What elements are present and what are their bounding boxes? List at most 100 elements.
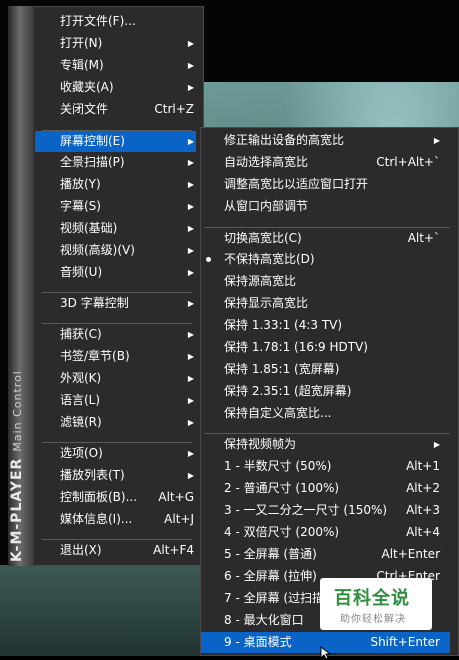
- chevron-right-icon: ▶: [187, 396, 194, 405]
- main-menu-item-label: 播放列表(T): [60, 468, 125, 482]
- submenu-item-label: 7 - 全屏幕 (过扫描): [224, 591, 329, 605]
- main-menu-item[interactable]: 选项(O) ▶: [60, 443, 194, 464]
- chevron-right-icon: ▶: [433, 136, 440, 145]
- chevron-right-icon: ▶: [187, 224, 194, 233]
- mouse-pointer-icon: [320, 646, 332, 660]
- main-menu-item[interactable]: 控制面板(B)... Alt+G: [60, 487, 194, 508]
- main-menu-item[interactable]: 打开(N) ▶: [60, 33, 194, 54]
- submenu-item-label: 1 - 半数尺寸 (50%): [224, 459, 332, 473]
- main-menu-item[interactable]: 外观(K) ▶: [60, 368, 194, 389]
- main-menu-item[interactable]: 关闭文件 Ctrl+Z: [60, 99, 194, 120]
- submenu-item-label: 保持 1.78:1 (16:9 HDTV): [224, 340, 368, 354]
- shortcut-label: Alt+J: [164, 512, 194, 526]
- submenu-item[interactable]: 保持自定义高宽比...: [224, 403, 440, 424]
- shortcut-label: Alt+F4: [153, 543, 194, 557]
- main-menu-item-label: 捕获(C): [60, 327, 102, 341]
- main-menu-item[interactable]: 视频(基础) ▶: [60, 218, 194, 239]
- submenu-item[interactable]: 从窗口内部调节: [224, 196, 440, 217]
- brand-label: K-M-PLAYER Main Control: [9, 370, 25, 562]
- brand-subtitle: Main Control: [11, 370, 24, 452]
- submenu-item-label: 保持自定义高宽比...: [224, 406, 332, 420]
- main-menu-item[interactable]: 播放(Y) ▶: [60, 174, 194, 195]
- main-menu-item-label: 3D 字幕控制: [60, 296, 129, 310]
- submenu-item[interactable]: 保持显示高宽比: [224, 293, 440, 314]
- shortcut-label: Alt+4: [406, 525, 440, 539]
- menu-separator: [42, 292, 192, 293]
- chevron-right-icon: ▶: [187, 39, 194, 48]
- shortcut-label: Shift+Enter: [370, 635, 440, 649]
- main-menu-item-label: 屏幕控制(E): [60, 134, 125, 148]
- submenu-item[interactable]: 保持视频帧为 ▶: [224, 434, 440, 455]
- main-menu-item-label: 视频(基础): [60, 221, 118, 235]
- main-menu-item[interactable]: 字幕(S) ▶: [60, 196, 194, 217]
- main-menu-item[interactable]: 语言(L) ▶: [60, 390, 194, 411]
- chevron-right-icon: ▶: [433, 440, 440, 449]
- chevron-right-icon: ▶: [187, 352, 194, 361]
- main-menu-item-label: 选项(O): [60, 446, 103, 460]
- shortcut-label: Alt+G: [158, 490, 194, 504]
- submenu-item-label: 不保持高宽比(D): [224, 252, 315, 266]
- submenu-item[interactable]: 不保持高宽比(D): [224, 249, 440, 270]
- submenu-item[interactable]: 1 - 半数尺寸 (50%) Alt+1: [224, 456, 440, 477]
- main-menu-item[interactable]: 播放列表(T) ▶: [60, 465, 194, 486]
- brand-name: K-M-PLAYER: [9, 457, 25, 562]
- watermark-subtitle: 助你轻松解决: [340, 614, 406, 625]
- chevron-right-icon: ▶: [187, 246, 194, 255]
- main-menu-item[interactable]: 屏幕控制(E) ▶: [35, 131, 196, 152]
- submenu-item-label: 调整高宽比以适应窗口打开: [224, 177, 369, 191]
- shortcut-label: Alt+`: [407, 231, 440, 245]
- submenu-item[interactable]: 保持源高宽比: [224, 271, 440, 292]
- chevron-right-icon: ▶: [187, 83, 194, 92]
- main-menu-item-label: 音频(U): [60, 265, 103, 279]
- submenu-item-label: 6 - 全屏幕 (拉伸): [224, 569, 317, 583]
- menu-separator: [42, 539, 192, 540]
- submenu-item[interactable]: 调整高宽比以适应窗口打开: [224, 174, 440, 195]
- submenu-item[interactable]: 保持 2.35:1 (超宽屏幕): [224, 381, 440, 402]
- submenu-item[interactable]: 自动选择高宽比 Ctrl+Alt+`: [224, 152, 440, 173]
- main-menu-item-label: 关闭文件: [60, 102, 109, 116]
- main-menu-item-label: 滤镜(R): [60, 415, 102, 429]
- submenu-item[interactable]: 修正输出设备的高宽比 ▶: [224, 130, 440, 151]
- chevron-right-icon: ▶: [187, 268, 194, 277]
- submenu-item-label: 保持源高宽比: [224, 274, 297, 288]
- submenu-item-label: 修正输出设备的高宽比: [224, 133, 345, 147]
- submenu-item[interactable]: 保持 1.78:1 (16:9 HDTV): [224, 337, 440, 358]
- submenu-item[interactable]: 切换高宽比(C) Alt+`: [224, 228, 440, 249]
- main-menu-item-label: 外观(K): [60, 371, 102, 385]
- main-menu-item-label: 全景扫描(P): [60, 155, 125, 169]
- main-menu-item[interactable]: 全景扫描(P) ▶: [60, 152, 194, 173]
- submenu-item-label: 5 - 全屏幕 (普通): [224, 547, 317, 561]
- main-menu-item[interactable]: 视频(高级)(V) ▶: [60, 240, 194, 261]
- shortcut-label: Ctrl+Alt+`: [376, 155, 440, 169]
- main-menu-item-label: 专辑(M): [60, 58, 104, 72]
- submenu-item-label: 切换高宽比(C): [224, 231, 302, 245]
- main-menu-item[interactable]: 收藏夹(A) ▶: [60, 77, 194, 98]
- main-menu-item-label: 控制面板(B)...: [60, 490, 138, 504]
- main-menu-item-label: 视频(高级)(V): [60, 243, 135, 257]
- submenu-item[interactable]: 保持 1.85:1 (宽屏幕): [224, 359, 440, 380]
- main-menu-item[interactable]: 书签/章节(B) ▶: [60, 346, 194, 367]
- shortcut-label: Alt+3: [406, 503, 440, 517]
- chevron-right-icon: ▶: [187, 374, 194, 383]
- submenu-item-label: 自动选择高宽比: [224, 155, 309, 169]
- main-menu-item-label: 字幕(S): [60, 199, 101, 213]
- submenu-item[interactable]: 保持 1.33:1 (4:3 TV): [224, 315, 440, 336]
- main-menu-item-label: 打开文件(F)...: [60, 14, 136, 28]
- main-menu-item[interactable]: 媒体信息(I)... Alt+J: [60, 509, 194, 530]
- main-menu-item[interactable]: 捕获(C) ▶: [60, 324, 194, 345]
- submenu-item[interactable]: 5 - 全屏幕 (普通) Alt+Enter: [224, 544, 440, 565]
- submenu-item[interactable]: 4 - 双倍尺寸 (200%) Alt+4: [224, 522, 440, 543]
- submenu-item-label: 保持显示高宽比: [224, 296, 309, 310]
- main-menu-item[interactable]: 3D 字幕控制 ▶: [60, 293, 194, 314]
- main-menu-item[interactable]: 打开文件(F)...: [60, 11, 194, 32]
- main-menu-item[interactable]: 退出(X) Alt+F4: [60, 540, 194, 561]
- chevron-right-icon: ▶: [187, 61, 194, 70]
- main-menu-item-label: 媒体信息(I)...: [60, 512, 133, 526]
- main-menu-item[interactable]: 滤镜(R) ▶: [60, 412, 194, 433]
- video-frame-bottom: [0, 565, 210, 656]
- main-menu-item[interactable]: 音频(U) ▶: [60, 262, 194, 283]
- chevron-right-icon: ▶: [187, 449, 194, 458]
- submenu-item[interactable]: 3 - 一又二分之一尺寸 (150%) Alt+3: [224, 500, 440, 521]
- submenu-item[interactable]: 2 - 普通尺寸 (100%) Alt+2: [224, 478, 440, 499]
- main-menu-item[interactable]: 专辑(M) ▶: [60, 55, 194, 76]
